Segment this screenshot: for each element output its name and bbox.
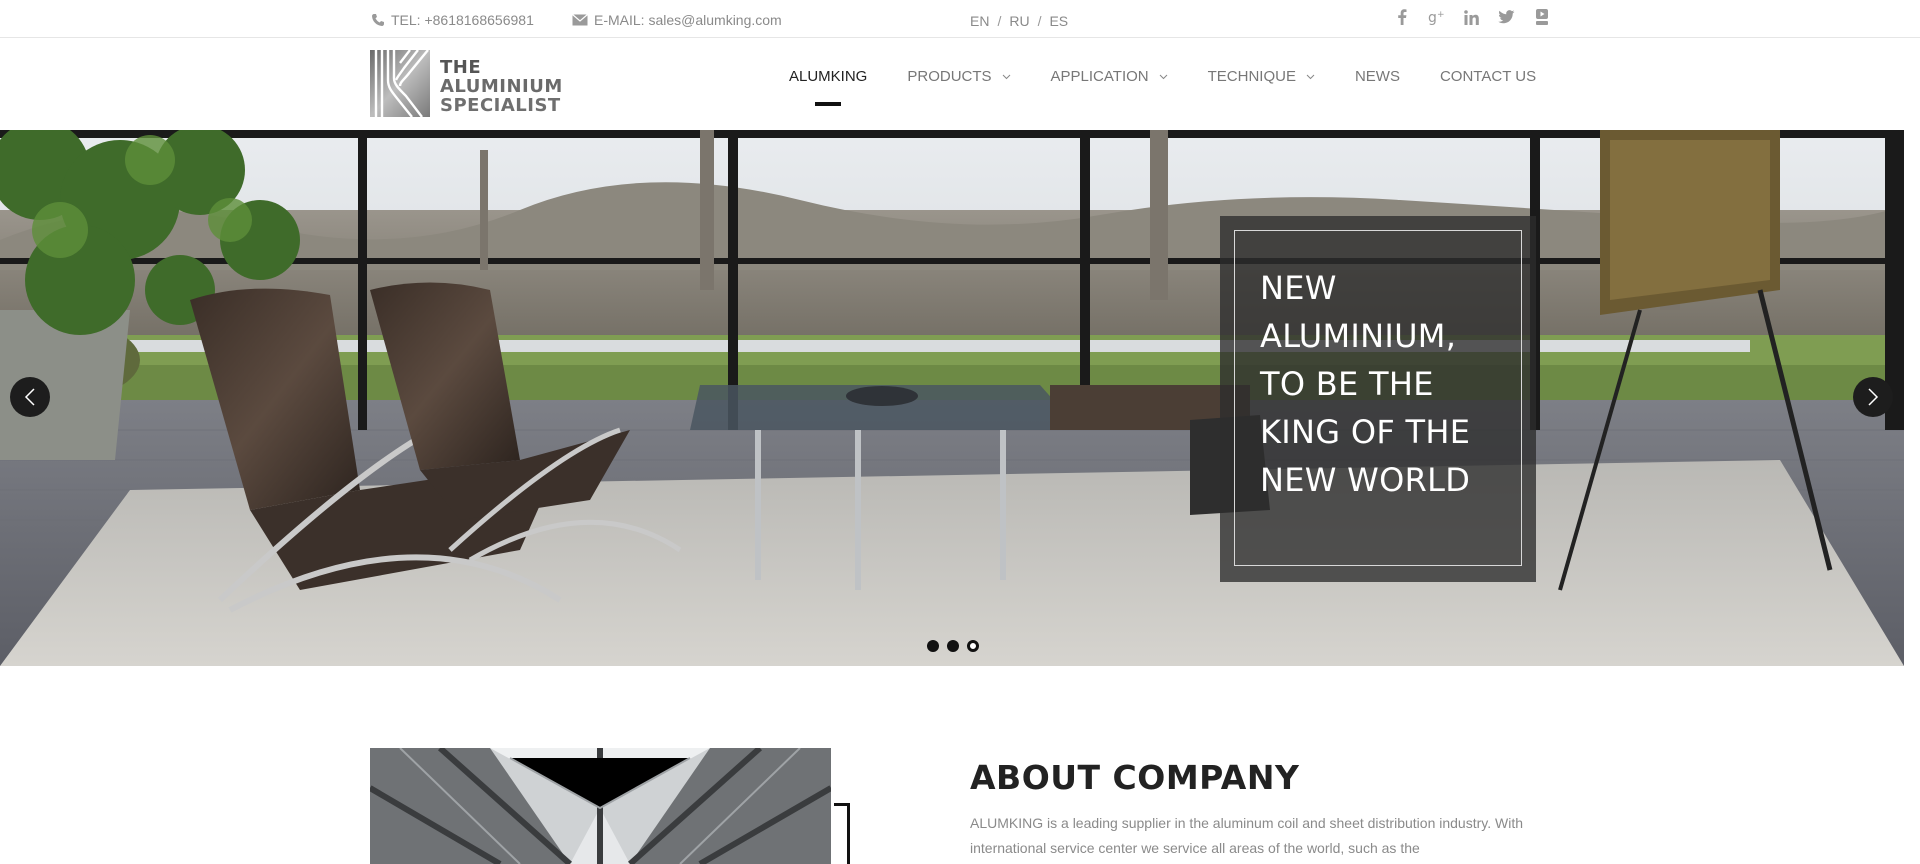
site-logo[interactable]: THE ALUMINIUM SPECIALIST [370, 50, 563, 117]
top-bar: TEL: +8618168656981 E-MAIL: sales@alumki… [0, 0, 1920, 38]
nav-item-news[interactable]: NEWS [1355, 68, 1400, 85]
phone-contact[interactable]: TEL: +8618168656981 [371, 12, 534, 28]
google-plus-icon[interactable]: g + [1419, 5, 1454, 29]
slider-dot-1[interactable] [927, 640, 939, 652]
logo-mark-icon [370, 50, 430, 117]
slider-dot-3[interactable] [967, 640, 979, 652]
nav-label: ALUMKING [789, 68, 868, 85]
nav-item-alumking[interactable]: ALUMKING [789, 68, 868, 106]
chevron-right-icon [1868, 388, 1879, 406]
main-nav: ALUMKING PRODUCTS APPLICATION TECHNIQUE … [789, 68, 1576, 106]
social-links: g + [1384, 5, 1559, 29]
nav-item-application[interactable]: APPLICATION [1051, 68, 1168, 85]
about-text: ALUMKING is a leading supplier in the al… [970, 815, 1523, 856]
nav-item-contact-us[interactable]: CONTACT US [1440, 68, 1536, 85]
nav-label: CONTACT US [1439, 68, 1537, 85]
email-contact[interactable]: E-MAIL: sales@alumking.com [572, 12, 782, 28]
logo-line-2: ALUMINIUM [440, 76, 563, 97]
language-switcher: EN / RU / ES [970, 13, 1068, 29]
email-text: E-MAIL: sales@alumking.com [594, 12, 782, 28]
about-decor-bracket [834, 803, 850, 864]
chevron-down-icon [1306, 74, 1315, 79]
chevron-down-icon [1159, 74, 1167, 79]
twitter-icon[interactable] [1489, 5, 1524, 29]
facebook-icon[interactable] [1384, 5, 1419, 29]
phone-text: TEL: +8618168656981 [391, 12, 534, 28]
lang-separator: / [1037, 13, 1042, 29]
linkedin-icon[interactable] [1454, 5, 1489, 29]
youtube-icon[interactable] [1524, 5, 1559, 29]
chevron-down-icon [1002, 74, 1010, 79]
lang-separator: / [997, 13, 1002, 29]
about-title: ABOUT COMPANY [970, 758, 1300, 797]
envelope-icon [572, 14, 588, 26]
logo-line-3: SPECIALIST [440, 95, 561, 116]
nav-label: PRODUCTS [907, 68, 992, 85]
nav-label: APPLICATION [1050, 68, 1149, 85]
hero-slider: NEW ALUMINIUM, TO BE THE KING OF THE NEW… [0, 130, 1904, 666]
slider-dot-2[interactable] [947, 640, 959, 652]
lang-ru[interactable]: RU [1009, 13, 1029, 29]
hero-image [0, 130, 1904, 666]
svg-text:+: + [1437, 10, 1445, 20]
nav-item-technique[interactable]: TECHNIQUE [1208, 68, 1315, 85]
hero-caption-box: NEW ALUMINIUM, TO BE THE KING OF THE NEW… [1220, 216, 1536, 582]
lang-es[interactable]: ES [1049, 13, 1068, 29]
nav-label: TECHNIQUE [1207, 68, 1296, 85]
lang-en[interactable]: EN [970, 13, 989, 29]
main-header: THE ALUMINIUM SPECIALIST ALUMKING PRODUC… [0, 38, 1920, 130]
about-image [370, 748, 831, 864]
chevron-left-icon [24, 388, 35, 406]
nav-item-products[interactable]: PRODUCTS [907, 68, 1010, 85]
nav-label: NEWS [1354, 68, 1400, 85]
svg-text:g: g [1428, 10, 1437, 25]
logo-wordmark: THE ALUMINIUM SPECIALIST [440, 58, 563, 115]
phone-icon [372, 14, 384, 26]
slider-pagination [927, 640, 979, 652]
slider-next-button[interactable] [1853, 377, 1893, 417]
active-indicator [815, 102, 842, 106]
logo-line-1: THE [440, 57, 482, 78]
hero-caption: NEW ALUMINIUM, TO BE THE KING OF THE NEW… [1260, 269, 1471, 499]
slider-prev-button[interactable] [10, 377, 50, 417]
